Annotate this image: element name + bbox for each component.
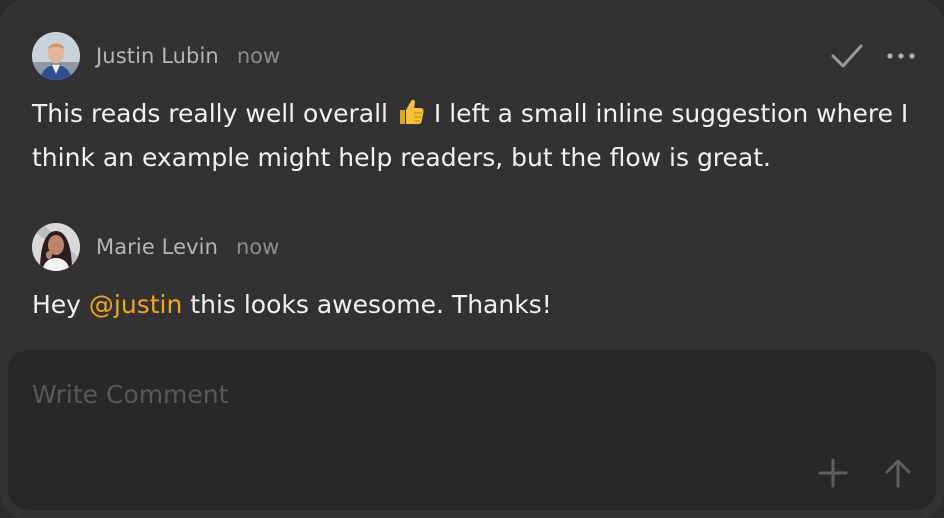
comment-text-part: this looks awesome. Thanks! — [182, 290, 552, 319]
avatar[interactable] — [32, 32, 80, 80]
comment-actions — [830, 39, 916, 73]
comment-header: Justin Lubin now — [32, 32, 915, 80]
avatar-marie-image — [32, 223, 80, 271]
comment-text-part: This reads really well overall — [32, 99, 396, 128]
attach-button[interactable] — [818, 458, 848, 488]
comment-item: Justin Lubin now This reads really well — [32, 32, 915, 178]
more-options-button[interactable] — [886, 51, 916, 61]
resolve-button[interactable] — [830, 39, 864, 73]
avatar[interactable] — [32, 223, 80, 271]
comment-text-part: Hey — [32, 290, 89, 319]
thumbs-up-icon — [398, 98, 424, 138]
comment-author: Marie Levin — [96, 235, 218, 259]
more-icon — [887, 53, 915, 59]
comment-header: Marie Levin now — [32, 223, 912, 271]
user-mention[interactable]: @justin — [89, 290, 182, 319]
comment-text: This reads really well overall I left a … — [32, 94, 912, 178]
avatar-justin-image — [32, 32, 80, 80]
plus-icon — [818, 458, 848, 488]
comment-timestamp: now — [235, 235, 280, 259]
comment-author: Justin Lubin — [96, 44, 219, 68]
send-button[interactable] — [884, 458, 912, 488]
composer-actions — [818, 458, 912, 488]
comment-text: Hey @justin this looks awesome. Thanks! — [32, 285, 912, 325]
comment-item: Marie Levin now Hey @justin this looks a… — [32, 223, 912, 325]
arrow-up-icon — [885, 459, 911, 488]
comment-input[interactable] — [32, 376, 912, 412]
comment-timestamp: now — [236, 44, 281, 68]
comment-composer — [8, 350, 936, 510]
checkmark-icon — [831, 44, 863, 68]
comment-thread-card: Justin Lubin now This reads really well — [0, 0, 944, 518]
